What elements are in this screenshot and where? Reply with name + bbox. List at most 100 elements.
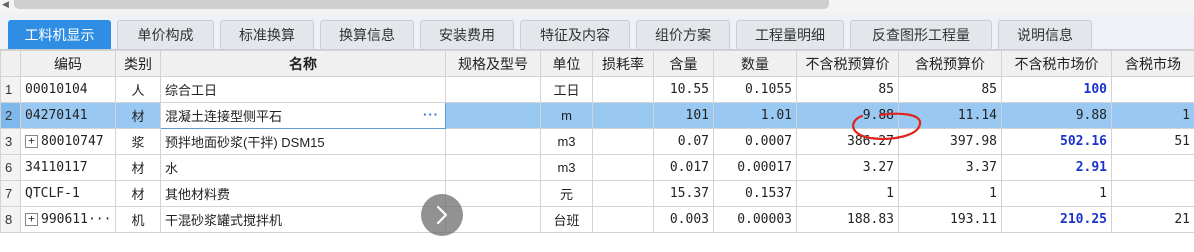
cell-spec[interactable] xyxy=(445,102,541,129)
cell-unit[interactable]: m3 xyxy=(540,128,593,155)
plus-box-icon[interactable]: + xyxy=(25,213,38,226)
cell-market-incl-tax[interactable] xyxy=(1111,76,1194,103)
table-row[interactable]: 3 +80010747 浆 预拌地面砂浆(干拌) DSM15 m3 0.07 0… xyxy=(0,128,1194,155)
cell-loss-rate[interactable] xyxy=(592,128,654,155)
cell-unit[interactable]: 工日 xyxy=(540,76,593,103)
cell-code[interactable]: 00010104 xyxy=(20,76,116,103)
cell-market-incl-tax[interactable] xyxy=(1111,180,1194,207)
cell-budget-excl-tax[interactable]: 188.83 xyxy=(796,206,899,233)
cell-code[interactable]: +990611··· xyxy=(20,206,116,233)
tab-labor-material-machine[interactable]: 工料机显示 xyxy=(8,20,111,49)
cell-quantity[interactable]: 0.00017 xyxy=(713,154,797,181)
cell-market-excl-tax[interactable]: 9.88 xyxy=(1001,102,1112,129)
cell-category[interactable]: 浆 xyxy=(115,128,161,155)
header-unit[interactable]: 单位 xyxy=(540,50,593,77)
cell-category[interactable]: 材 xyxy=(115,180,161,207)
cell-quantity[interactable]: 0.0007 xyxy=(713,128,797,155)
cell-market-excl-tax[interactable]: 1 xyxy=(1001,180,1112,207)
cell-unit[interactable]: 台班 xyxy=(540,206,593,233)
cell-market-excl-tax[interactable]: 210.25 xyxy=(1001,206,1112,233)
cell-content[interactable]: 0.07 xyxy=(653,128,714,155)
cell-unit[interactable]: m xyxy=(540,102,593,129)
cell-budget-incl-tax[interactable]: 85 xyxy=(898,76,1002,103)
cell-category[interactable]: 人 xyxy=(115,76,161,103)
cell-code[interactable]: QTCLF-1 xyxy=(20,180,116,207)
cell-budget-excl-tax[interactable]: 3.27 xyxy=(796,154,899,181)
cell-category[interactable]: 材 xyxy=(115,102,161,129)
cell-name[interactable]: 预拌地面砂浆(干拌) DSM15 xyxy=(160,128,446,155)
tab-unit-price-composition[interactable]: 单价构成 xyxy=(117,20,214,49)
cell-name[interactable]: 综合工日 xyxy=(160,76,446,103)
header-name[interactable]: 名称 xyxy=(160,50,446,77)
table-row-selected[interactable]: 2 04270141 材 混凝土连接型侧平石 ··· m 101 1.01 9.… xyxy=(0,102,1194,129)
cell-market-incl-tax[interactable]: 1 xyxy=(1111,102,1194,129)
tab-description-info[interactable]: 说明信息 xyxy=(998,20,1092,49)
header-budget-price-excl-tax[interactable]: 不含税预算价 xyxy=(796,50,899,77)
cell-name[interactable]: 水 xyxy=(160,154,446,181)
cell-content[interactable]: 0.003 xyxy=(653,206,714,233)
horizontal-scrollbar[interactable]: ◀ xyxy=(0,0,1194,14)
cell-loss-rate[interactable] xyxy=(592,206,654,233)
header-market-price-excl-tax[interactable]: 不含税市场价 xyxy=(1001,50,1112,77)
cell-budget-excl-tax[interactable]: 1 xyxy=(796,180,899,207)
plus-box-icon[interactable]: + xyxy=(25,135,38,148)
header-budget-price-incl-tax[interactable]: 含税预算价 xyxy=(898,50,1002,77)
scroll-left-icon[interactable]: ◀ xyxy=(2,0,9,10)
cell-unit[interactable]: m3 xyxy=(540,154,593,181)
cell-category[interactable]: 材 xyxy=(115,154,161,181)
tab-pricing-plan[interactable]: 组价方案 xyxy=(636,20,730,49)
cell-name[interactable]: 其他材料费 xyxy=(160,180,446,207)
tab-features-content[interactable]: 特征及内容 xyxy=(520,20,630,49)
header-market-price-incl-tax[interactable]: 含税市场 xyxy=(1111,50,1194,77)
table-row[interactable]: 7 QTCLF-1 材 其他材料费 元 15.37 0.1537 1 1 1 xyxy=(0,180,1194,207)
header-loss-rate[interactable]: 损耗率 xyxy=(592,50,654,77)
cell-category[interactable]: 机 xyxy=(115,206,161,233)
tab-standard-conversion[interactable]: 标准换算 xyxy=(220,20,314,49)
tab-conversion-info[interactable]: 换算信息 xyxy=(320,20,414,49)
cell-market-excl-tax[interactable]: 2.91 xyxy=(1001,154,1112,181)
tab-quantity-detail[interactable]: 工程量明细 xyxy=(736,20,844,49)
cell-content[interactable]: 101 xyxy=(653,102,714,129)
cell-spec[interactable] xyxy=(445,180,541,207)
cell-spec[interactable] xyxy=(445,128,541,155)
cell-content[interactable]: 10.55 xyxy=(653,76,714,103)
cell-budget-incl-tax[interactable]: 3.37 xyxy=(898,154,1002,181)
cell-market-incl-tax[interactable]: 21 xyxy=(1111,206,1194,233)
scrollbar-thumb[interactable] xyxy=(14,0,829,9)
cell-spec[interactable] xyxy=(445,76,541,103)
cell-content[interactable]: 0.017 xyxy=(653,154,714,181)
cell-code[interactable]: +80010747 xyxy=(20,128,116,155)
cell-quantity[interactable]: 1.01 xyxy=(713,102,797,129)
cell-budget-excl-tax[interactable]: 85 xyxy=(796,76,899,103)
header-code[interactable]: 编码 xyxy=(20,50,116,77)
cell-quantity[interactable]: 0.00003 xyxy=(713,206,797,233)
cell-market-incl-tax[interactable] xyxy=(1111,154,1194,181)
header-spec[interactable]: 规格及型号 xyxy=(445,50,541,77)
cell-name-editing[interactable]: 混凝土连接型侧平石 ··· xyxy=(160,102,446,129)
cell-market-excl-tax[interactable]: 502.16 xyxy=(1001,128,1112,155)
table-row[interactable]: 8 +990611··· 机 干混砂浆罐式搅拌机 台班 0.003 0.0000… xyxy=(0,206,1194,233)
cell-code[interactable]: 34110117 xyxy=(20,154,116,181)
header-category[interactable]: 类别 xyxy=(115,50,161,77)
tab-installation-fee[interactable]: 安装费用 xyxy=(420,20,514,49)
cell-market-excl-tax[interactable]: 100 xyxy=(1001,76,1112,103)
cell-quantity[interactable]: 0.1055 xyxy=(713,76,797,103)
header-quantity[interactable]: 数量 xyxy=(713,50,797,77)
cell-loss-rate[interactable] xyxy=(592,76,654,103)
cell-budget-incl-tax[interactable]: 193.11 xyxy=(898,206,1002,233)
cell-budget-incl-tax[interactable]: 1 xyxy=(898,180,1002,207)
cell-name[interactable]: 混凝土连接型侧平石 xyxy=(165,109,282,124)
table-row[interactable]: 1 00010104 人 综合工日 工日 10.55 0.1055 85 85 … xyxy=(0,76,1194,103)
tab-reverse-graphic-quantity[interactable]: 反查图形工程量 xyxy=(850,20,992,49)
cell-content[interactable]: 15.37 xyxy=(653,180,714,207)
cell-loss-rate[interactable] xyxy=(592,180,654,207)
cell-name[interactable]: 干混砂浆罐式搅拌机 xyxy=(160,206,446,233)
more-options-button[interactable]: ··· xyxy=(423,107,439,122)
table-row[interactable]: 6 34110117 材 水 m3 0.017 0.00017 3.27 3.3… xyxy=(0,154,1194,181)
header-content[interactable]: 含量 xyxy=(653,50,714,77)
cell-code[interactable]: 04270141 xyxy=(20,102,116,129)
cell-market-incl-tax[interactable]: 51 xyxy=(1111,128,1194,155)
cell-spec[interactable] xyxy=(445,154,541,181)
cell-loss-rate[interactable] xyxy=(592,154,654,181)
cell-quantity[interactable]: 0.1537 xyxy=(713,180,797,207)
